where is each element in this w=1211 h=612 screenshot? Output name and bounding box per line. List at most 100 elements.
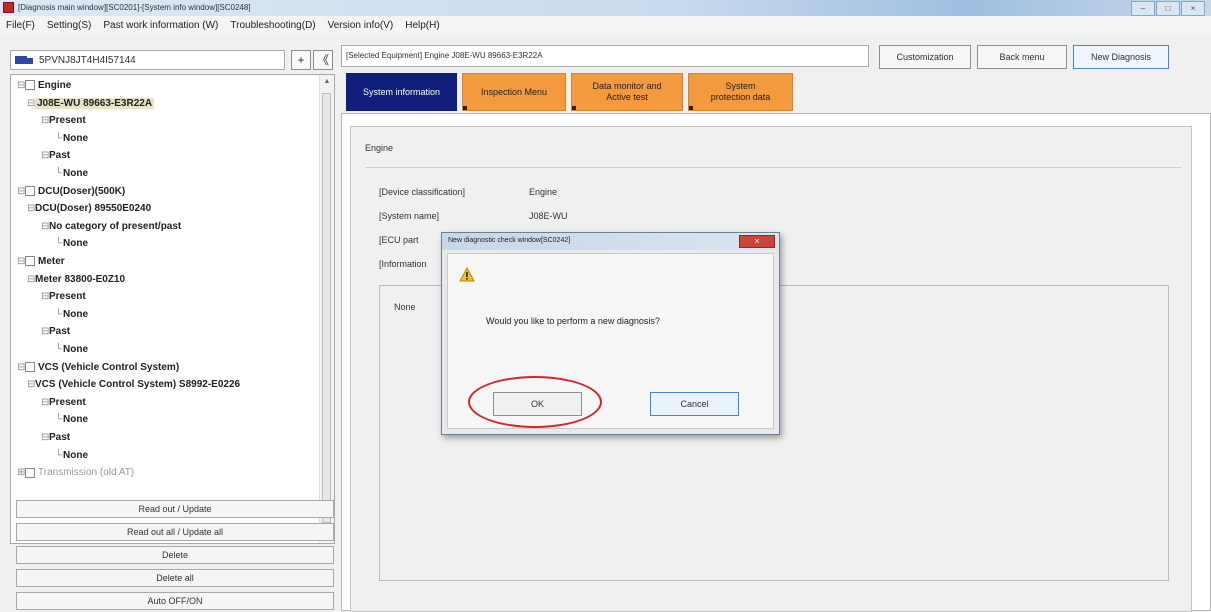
tree-node[interactable]: ⊟Past — [41, 429, 70, 446]
tree-expander-icon[interactable]: ⊟ — [41, 394, 49, 411]
selected-equipment-field: [Selected Equipment] Engine J08E-WU 8966… — [341, 45, 869, 67]
tree-expander-icon[interactable]: ⊟ — [41, 429, 49, 446]
section-label: Engine — [365, 143, 394, 153]
plus-button[interactable]: + — [291, 50, 311, 70]
tab-corner-mark — [463, 106, 467, 110]
tree-node[interactable]: └None — [55, 165, 88, 182]
tab-corner-mark — [689, 106, 693, 110]
tree-expander-icon[interactable]: ⊟ — [27, 200, 35, 217]
tab-system-protection-data[interactable]: System protection data — [688, 73, 793, 111]
tab-inspection-menu[interactable]: Inspection Menu — [462, 73, 566, 111]
tree-label: Present — [49, 115, 86, 127]
dialog-title: New diagnostic check window[SC0242] — [448, 237, 571, 244]
tree-expander-icon[interactable]: ⊟ — [27, 95, 35, 112]
tree-label: VCS (Vehicle Control System) — [38, 361, 180, 373]
tree-checkbox[interactable] — [25, 361, 35, 372]
vin-text: 5PVNJ8JT4H4I57144 — [39, 54, 136, 66]
tree-checkbox[interactable] — [25, 80, 35, 91]
tree-expander-icon[interactable]: ⊟ — [41, 288, 49, 305]
tree-category[interactable]: ⊟ Engine — [17, 77, 71, 94]
info-label-system-name: [System name] — [379, 211, 440, 221]
tree-expander-icon[interactable]: ⊟ — [17, 253, 25, 270]
close-window-button[interactable]: × — [1181, 1, 1205, 16]
tab-system-information[interactable]: System information — [346, 73, 457, 111]
tree-branch-icon: └ — [55, 344, 63, 355]
tree-node[interactable]: ⊟No category of present/past — [41, 218, 181, 235]
menu-setting[interactable]: Setting(S) — [47, 20, 91, 31]
tree-label: Present — [49, 396, 86, 408]
window-title: [Diagnosis main window][SC0201]-[System … — [18, 3, 251, 12]
dialog-message: Would you like to perform a new diagnosi… — [486, 316, 660, 326]
tree-branch-icon: └ — [55, 414, 63, 426]
tree-category[interactable]: ⊟ DCU(Doser)(500K) — [17, 183, 125, 200]
menu-version-info[interactable]: Version info(V) — [328, 20, 394, 31]
read-out-all-update-all-button[interactable]: Read out all / Update all — [16, 523, 334, 541]
dialog-close-button[interactable]: × — [739, 235, 775, 248]
tree-branch-icon: └ — [55, 308, 63, 320]
tree-category[interactable]: ⊞ Transmission (old AT) — [17, 464, 134, 481]
tree-node[interactable]: ⊟ J08E-WU 89663-E3R22A — [27, 95, 155, 112]
maximize-button[interactable]: □ — [1156, 1, 1180, 16]
info-value-device-classification: Engine — [529, 187, 558, 197]
tree-expander-icon[interactable]: ⊟ — [41, 323, 49, 340]
auto-off-on-button[interactable]: Auto OFF/ON — [16, 592, 334, 610]
menu-help[interactable]: Help(H) — [405, 20, 439, 31]
tree-expander-icon[interactable]: ⊟ — [41, 218, 49, 235]
menu-troubleshooting[interactable]: Troubleshooting(D) — [230, 20, 315, 31]
tree-checkbox[interactable] — [25, 256, 35, 267]
tree-branch-icon: └ — [55, 449, 63, 461]
tree-checkbox[interactable] — [25, 467, 35, 478]
customization-button[interactable]: Customization — [879, 45, 971, 69]
tree-expander-icon[interactable]: ⊟ — [17, 183, 25, 200]
tree-node[interactable]: └None — [55, 235, 88, 252]
tree-checkbox[interactable] — [25, 185, 35, 196]
tab-corner-mark — [572, 106, 576, 110]
tree-expander-icon[interactable]: ⊞ — [17, 464, 25, 481]
tree-label: DCU(Doser)(500K) — [38, 185, 126, 197]
tree-expander-icon[interactable]: ⊟ — [41, 112, 49, 129]
tree-node[interactable]: ⊟Past — [41, 147, 70, 164]
tree-node[interactable]: └None — [55, 341, 88, 358]
tab-label: System protection data — [710, 81, 771, 102]
tree-node[interactable]: ⊟VCS (Vehicle Control System) S8992-E022… — [27, 376, 240, 393]
tree-node[interactable]: └None — [55, 447, 88, 464]
tree-node[interactable]: └None — [55, 130, 88, 147]
delete-all-button[interactable]: Delete all — [16, 569, 334, 587]
tree-label: Past — [49, 432, 71, 443]
tab-bar: System information Inspection Menu Data … — [341, 73, 1211, 113]
tree-node[interactable]: ⊟DCU(Doser) 89550E0240 — [27, 200, 151, 217]
tree-expander-icon[interactable]: ⊟ — [27, 376, 35, 393]
tree-node[interactable]: ⊟Meter 83800-E0Z10 — [27, 271, 125, 288]
cancel-button[interactable]: Cancel — [650, 392, 739, 416]
read-out-update-button[interactable]: Read out / Update — [16, 500, 334, 518]
tree-node[interactable]: ⊟Present — [41, 288, 86, 305]
menu-past-work[interactable]: Past work information (W) — [103, 20, 218, 31]
tree-node[interactable]: └None — [55, 411, 88, 428]
tree-label: None — [63, 308, 88, 320]
delete-button[interactable]: Delete — [16, 546, 334, 564]
tree-expander-icon[interactable]: ⊟ — [27, 271, 35, 288]
tree-node[interactable]: └None — [55, 306, 88, 323]
tree-expander-icon[interactable]: ⊟ — [17, 77, 25, 94]
tab-data-monitor-active-test[interactable]: Data monitor and Active test — [571, 73, 683, 111]
tree-category[interactable]: ⊟ VCS (Vehicle Control System) — [17, 359, 179, 376]
back-menu-button[interactable]: Back menu — [977, 45, 1067, 69]
tree-expander-icon[interactable]: ⊟ — [17, 359, 25, 376]
new-diagnosis-button[interactable]: New Diagnosis — [1073, 45, 1169, 69]
scroll-up-icon[interactable]: ▲ — [320, 75, 334, 89]
scroll-thumb[interactable] — [322, 93, 331, 523]
tree-label: None — [63, 238, 88, 250]
tree-node[interactable]: ⊟Present — [41, 394, 86, 411]
collapse-panel-button[interactable]: 《 — [313, 50, 333, 70]
minimize-button[interactable]: – — [1131, 1, 1155, 16]
menu-file[interactable]: File(F) — [6, 20, 35, 31]
tree-expander-icon[interactable]: ⊟ — [41, 147, 49, 164]
equipment-tree[interactable]: ▲ ▼ ⊟Engine⊟J08E-WU 89663-E3R22A⊟Present… — [10, 74, 335, 544]
tree-category[interactable]: ⊟ Meter — [17, 253, 65, 270]
tree-label: None — [63, 344, 88, 355]
tree-label: Meter — [38, 256, 65, 267]
tree-scrollbar[interactable]: ▲ ▼ — [319, 75, 334, 543]
tree-node[interactable]: ⊟Past — [41, 323, 70, 340]
tree-node[interactable]: ⊟Present — [41, 112, 86, 129]
tree-branch-icon: └ — [55, 168, 63, 179]
